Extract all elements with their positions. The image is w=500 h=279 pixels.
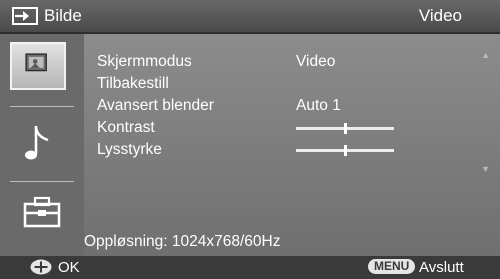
- slider-thumb[interactable]: [343, 123, 347, 134]
- menu-row-value: Video: [296, 53, 336, 70]
- menu-row-tilbakestill[interactable]: Tilbakestill: [97, 73, 407, 95]
- ok-hint-label: OK: [58, 259, 80, 276]
- menu-row-skjermmodus[interactable]: Skjermmodus Video: [97, 51, 407, 73]
- lysstyrke-slider[interactable]: [296, 145, 394, 156]
- menu-row-label: Tilbakestill: [97, 75, 169, 92]
- menu-row-lysstyrke[interactable]: Lysstyrke: [97, 139, 407, 161]
- menu-row-label: Skjermmodus: [97, 53, 192, 70]
- menu-title: Bilde: [44, 6, 82, 25]
- picture-icon: [25, 53, 47, 72]
- scroll-down-arrow-icon[interactable]: ▼: [481, 164, 490, 174]
- sidebar-divider: [10, 106, 74, 107]
- sidebar-item-picture[interactable]: [0, 34, 84, 104]
- sidebar-item-settings[interactable]: [0, 182, 84, 252]
- exit-hint-label: Avslutt: [419, 259, 464, 276]
- menu-row-label: Lysstyrke: [97, 141, 162, 158]
- enter-dpad-icon: [30, 259, 52, 275]
- menu-row-kontrast[interactable]: Kontrast: [97, 117, 407, 139]
- menu-row-value: Auto 1: [296, 97, 341, 114]
- slider-thumb[interactable]: [343, 145, 347, 156]
- header-bar: Bilde Video: [0, 0, 500, 34]
- menu-key-badge: MENU: [368, 259, 416, 274]
- footer-bar: OK MENU Avslutt: [0, 256, 500, 279]
- toolbox-icon: [23, 196, 61, 228]
- music-note-icon: [25, 125, 49, 160]
- scroll-up-arrow-icon[interactable]: ▲: [481, 50, 490, 60]
- kontrast-slider[interactable]: [296, 123, 394, 134]
- menu-row-label: Kontrast: [97, 119, 155, 136]
- category-sidebar: [0, 34, 84, 256]
- resolution-info: Oppløsning: 1024x768/60Hz: [84, 233, 281, 250]
- current-input-label: Video: [418, 6, 462, 25]
- sidebar-item-sound[interactable]: [0, 108, 84, 178]
- selected-highlight: [10, 42, 66, 90]
- menu-row-avansert-blender[interactable]: Avansert blender Auto 1: [97, 95, 407, 117]
- menu-row-label: Avansert blender: [97, 97, 214, 114]
- input-source-icon: [12, 7, 38, 25]
- menu-panel: Skjermmodus Video Tilbakestill Avansert …: [0, 34, 500, 256]
